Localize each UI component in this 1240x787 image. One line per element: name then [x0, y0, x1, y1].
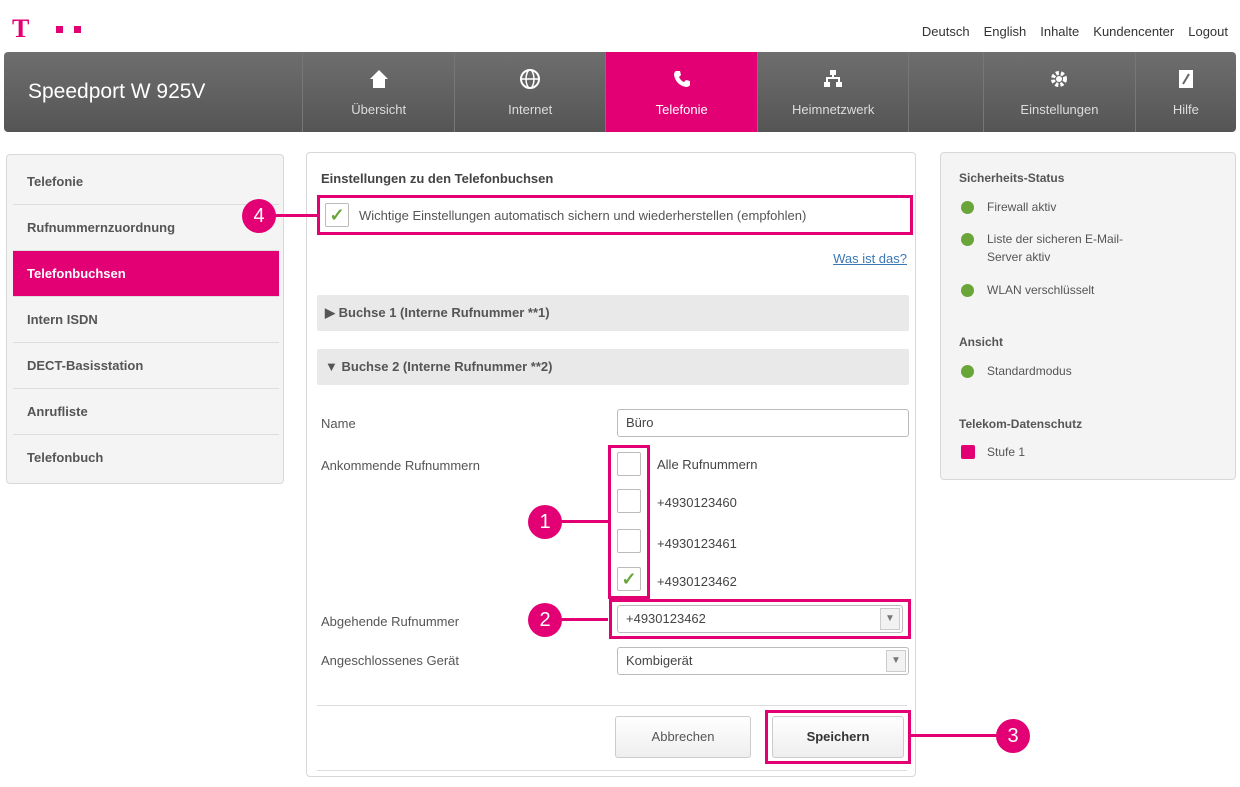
- link-deutsch[interactable]: Deutsch: [922, 24, 970, 39]
- sidebar-item-telefonbuch[interactable]: Telefonbuch: [13, 435, 279, 481]
- tab-internet[interactable]: Internet: [455, 52, 607, 132]
- incoming-checkbox-all[interactable]: [617, 452, 641, 476]
- tab-heimnetzwerk[interactable]: Heimnetzwerk: [758, 52, 910, 132]
- tab-hilfe[interactable]: Hilfe: [1136, 52, 1236, 132]
- sidebar-item-intern-isdn[interactable]: Intern ISDN: [13, 297, 279, 343]
- help-link[interactable]: Was ist das?: [833, 251, 907, 266]
- logo-dot-icon: [56, 26, 63, 33]
- status-ok-icon: [961, 284, 974, 297]
- tab-label: Hilfe: [1172, 102, 1199, 117]
- jack-1-header[interactable]: ▶ Buchse 1 (Interne Rufnummer **1): [317, 295, 909, 331]
- tab-label: Telefonie: [655, 102, 708, 117]
- top-links: Deutsch English Inhalte Kundencenter Log…: [922, 24, 1228, 39]
- outgoing-label: Abgehende Rufnummer: [321, 614, 460, 629]
- tab-label: Einstellungen: [1020, 102, 1099, 117]
- security-status-title: Sicherheits-Status: [959, 171, 1065, 185]
- security-item: WLAN verschlüsselt: [987, 283, 1095, 297]
- jack-1-title: Buchse 1 (Interne Rufnummer **1): [338, 305, 550, 320]
- tab-label: Übersicht: [351, 102, 407, 117]
- tab-uebersicht[interactable]: Übersicht: [303, 52, 455, 132]
- status-ok-icon: [961, 233, 974, 246]
- incoming-checkbox-3[interactable]: ✓: [617, 567, 641, 591]
- jack-2-header[interactable]: ▼ Buchse 2 (Interne Rufnummer **2): [317, 349, 909, 385]
- chevron-down-icon: ▼: [886, 650, 906, 672]
- callout-line: [560, 618, 608, 621]
- outgoing-select[interactable]: +4930123462 ▼: [617, 605, 903, 633]
- sidebar-item-dect-basisstation[interactable]: DECT-Basisstation: [13, 343, 279, 389]
- incoming-checkbox-2[interactable]: [617, 529, 641, 553]
- main-navigation: Speedport W 925V Übersicht Internet Tele…: [4, 52, 1236, 132]
- link-inhalte[interactable]: Inhalte: [1040, 24, 1079, 39]
- device-value: Kombigerät: [626, 653, 693, 668]
- telekom-logo[interactable]: T: [12, 14, 92, 44]
- globe-icon: [455, 68, 606, 90]
- cancel-button[interactable]: Abbrechen: [615, 716, 751, 758]
- network-icon: [758, 68, 909, 90]
- incoming-option-label: Alle Rufnummern: [657, 457, 758, 472]
- jack-2-title: Buchse 2 (Interne Rufnummer **2): [341, 359, 553, 374]
- divider: [317, 770, 907, 771]
- callout-line: [910, 734, 998, 737]
- tab-label: Heimnetzwerk: [792, 102, 875, 117]
- device-label: Angeschlossenes Gerät: [321, 653, 460, 668]
- incoming-label: Ankommende Rufnummern: [321, 458, 480, 473]
- checkmark-icon: ✓: [329, 205, 345, 225]
- chevron-down-icon: ▼: [880, 608, 900, 630]
- privacy-title: Telekom-Datenschutz: [959, 417, 1083, 431]
- lock-icon: [961, 445, 975, 459]
- link-kundencenter[interactable]: Kundencenter: [1093, 24, 1174, 39]
- checkmark-icon: ✓: [621, 569, 637, 589]
- privacy-level-link[interactable]: Stufe 1: [987, 443, 1025, 461]
- security-item: Firewall aktiv: [987, 200, 1057, 214]
- save-button[interactable]: Speichern: [772, 716, 904, 758]
- callout-1: 1: [528, 505, 562, 539]
- callout-3: 3: [996, 719, 1030, 753]
- incoming-option-label: +4930123462: [657, 574, 737, 589]
- callout-line: [560, 520, 608, 523]
- sidebar-item-telefonbuchsen[interactable]: Telefonbuchsen: [13, 251, 279, 297]
- phone-icon: [606, 68, 757, 90]
- status-panel: Sicherheits-Status Firewall aktiv Liste …: [940, 152, 1236, 480]
- tab-telefonie[interactable]: Telefonie: [606, 52, 758, 132]
- page-title: Einstellungen zu den Telefonbuchsen: [321, 171, 554, 186]
- outgoing-value: +4930123462: [626, 611, 706, 626]
- home-icon: [303, 68, 454, 90]
- incoming-checkbox-1[interactable]: [617, 489, 641, 513]
- sidebar-item-rufnummernzuordnung[interactable]: Rufnummernzuordnung: [13, 205, 279, 251]
- tab-label: Internet: [508, 102, 553, 117]
- view-title: Ansicht: [959, 335, 1004, 349]
- callout-2: 2: [528, 603, 562, 637]
- device-name: Speedport W 925V: [4, 52, 304, 132]
- sidebar: Telefonie Rufnummernzuordnung Telefonbuc…: [6, 154, 284, 484]
- triangle-right-icon: ▶: [325, 305, 335, 320]
- name-label: Name: [321, 416, 356, 431]
- tab-empty: [909, 52, 985, 132]
- link-logout[interactable]: Logout: [1188, 24, 1228, 39]
- settings-panel: Einstellungen zu den Telefonbuchsen ✓ Wi…: [306, 152, 916, 777]
- callout-4: 4: [242, 199, 276, 233]
- callout-line: [274, 214, 318, 217]
- name-input[interactable]: Büro: [617, 409, 909, 437]
- link-english[interactable]: English: [984, 24, 1027, 39]
- autosave-checkbox[interactable]: ✓: [325, 203, 349, 227]
- autosave-label: Wichtige Einstellungen automatisch siche…: [359, 208, 807, 223]
- status-ok-icon: [961, 365, 974, 378]
- sidebar-item-anrufliste[interactable]: Anrufliste: [13, 389, 279, 435]
- divider: [317, 705, 907, 706]
- sidebar-item-telefonie[interactable]: Telefonie: [13, 159, 279, 205]
- tab-einstellungen[interactable]: Einstellungen: [984, 52, 1136, 132]
- t-logo-icon: T: [12, 14, 30, 43]
- incoming-option-label: +4930123461: [657, 536, 737, 551]
- status-ok-icon: [961, 201, 974, 214]
- help-icon: [1136, 68, 1236, 90]
- security-item: Liste der sicheren E-Mail-Server aktiv: [987, 232, 1124, 264]
- view-mode-link[interactable]: Standardmodus: [987, 362, 1072, 380]
- triangle-down-icon: ▼: [325, 359, 338, 374]
- incoming-option-label: +4930123460: [657, 495, 737, 510]
- logo-dot-icon: [74, 26, 81, 33]
- gear-icon: [984, 68, 1135, 90]
- device-select[interactable]: Kombigerät ▼: [617, 647, 909, 675]
